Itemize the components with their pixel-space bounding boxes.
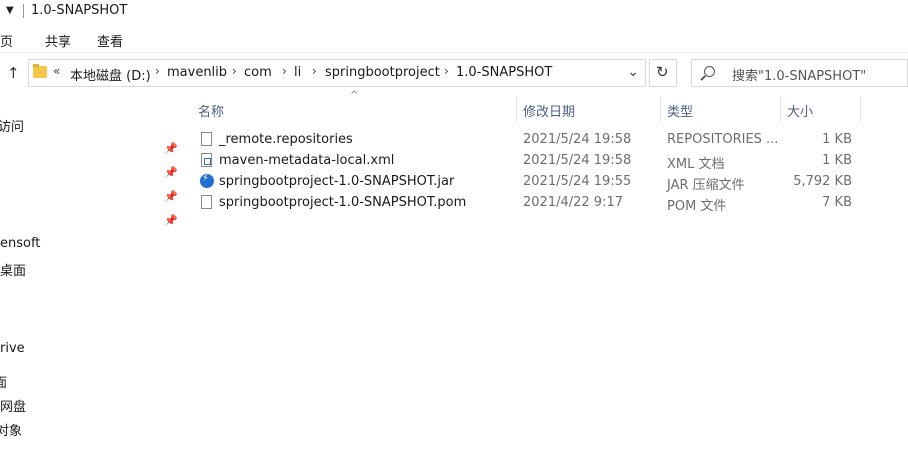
xml-file-icon <box>201 153 212 167</box>
nav-item-objects[interactable]: 对象 <box>0 420 22 439</box>
refresh-button[interactable]: ↻ <box>649 59 677 87</box>
title-bar: ▼ 1.0-SNAPSHOT <box>0 0 908 24</box>
column-divider[interactable] <box>860 96 861 122</box>
column-type[interactable]: 类型 <box>667 101 693 120</box>
file-modified: 2021/5/24 19:58 <box>523 153 632 168</box>
breadcrumb-chevron-icon[interactable]: › <box>444 64 449 78</box>
column-name[interactable]: 名称 <box>198 101 224 120</box>
pin-icon[interactable]: 📌 <box>164 142 178 155</box>
pin-icon[interactable]: 📌 <box>164 214 178 227</box>
column-size[interactable]: 大小 <box>787 101 813 120</box>
breadcrumb-chevron-icon[interactable]: › <box>232 64 237 78</box>
sort-ascending-icon: ^ <box>350 90 359 101</box>
file-type: JAR 压缩文件 <box>667 178 745 193</box>
file-name: springbootproject-1.0-SNAPSHOT.pom <box>219 195 467 210</box>
file-modified: 2021/4/22 9:17 <box>523 195 623 210</box>
pin-icon[interactable]: 📌 <box>164 190 178 203</box>
file-icon <box>201 132 212 146</box>
pin-icon[interactable]: 📌 <box>164 166 178 179</box>
tab-view[interactable]: 查看 <box>97 31 123 50</box>
nav-item-ensoft[interactable]: ensoft <box>0 236 40 251</box>
tab-share[interactable]: 共享 <box>45 31 71 50</box>
folder-icon <box>33 64 47 78</box>
breadcrumb-com[interactable]: com <box>244 65 272 80</box>
column-modified[interactable]: 修改日期 <box>523 101 575 120</box>
file-row[interactable]: maven-metadata-local.xml 2021/5/24 19:58… <box>195 150 860 172</box>
quick-access-dropdown-icon[interactable]: ▼ <box>6 5 14 16</box>
breadcrumb-mavenlib[interactable]: mavenlib <box>167 65 227 80</box>
file-modified: 2021/5/24 19:55 <box>523 174 632 189</box>
file-name: maven-metadata-local.xml <box>219 153 395 168</box>
file-size: 7 KB <box>822 195 852 210</box>
overflow-chevrons[interactable]: « <box>53 64 60 78</box>
file-row[interactable]: _remote.repositories 2021/5/24 19:58 REP… <box>195 129 860 150</box>
address-bar[interactable]: « 本地磁盘 (D:) › mavenlib › com › li › spri… <box>28 59 646 87</box>
window-title: 1.0-SNAPSHOT <box>31 3 128 18</box>
file-type: REPOSITORIES ... <box>667 132 779 147</box>
chevron-down-icon[interactable]: ⌄ <box>627 64 639 80</box>
file-type: POM 文件 <box>667 199 727 214</box>
nav-item-desktop[interactable]: 桌面 <box>0 260 26 279</box>
column-divider[interactable] <box>660 96 661 122</box>
jar-file-icon <box>200 173 214 188</box>
breadcrumb-springbootproject[interactable]: springbootproject <box>325 65 440 80</box>
search-icon <box>704 66 715 77</box>
breadcrumb-chevron-icon[interactable]: › <box>282 64 287 78</box>
breadcrumb-chevron-icon[interactable]: › <box>155 64 160 78</box>
nav-item-this-pc[interactable]: 面 <box>0 372 7 391</box>
breadcrumb-drive[interactable]: 本地磁盘 (D:) <box>70 65 151 84</box>
breadcrumb-li[interactable]: li <box>294 65 301 80</box>
nav-item-quick-access[interactable]: 访问 <box>0 116 24 135</box>
file-size: 1 KB <box>822 132 852 147</box>
search-input[interactable]: 搜索"1.0-SNAPSHOT" <box>732 65 866 84</box>
file-name: springbootproject-1.0-SNAPSHOT.jar <box>219 174 455 189</box>
ribbon-tabs: 主页 共享 查看 <box>0 24 908 52</box>
nav-item-onedrive[interactable]: rive <box>0 341 25 356</box>
ribbon-divider <box>0 52 908 53</box>
breadcrumb-current[interactable]: 1.0-SNAPSHOT <box>456 65 552 80</box>
column-divider[interactable] <box>516 96 517 122</box>
file-size: 1 KB <box>822 153 852 168</box>
column-divider[interactable] <box>780 96 781 122</box>
nav-item-netdisk[interactable]: 网盘 <box>0 396 26 415</box>
file-row[interactable]: springbootproject-1.0-SNAPSHOT.pom 2021/… <box>195 192 860 214</box>
refresh-icon: ↻ <box>656 63 669 81</box>
up-arrow-icon[interactable]: ↑ <box>7 64 20 82</box>
file-row[interactable]: springbootproject-1.0-SNAPSHOT.jar 2021/… <box>195 171 860 193</box>
file-modified: 2021/5/24 19:58 <box>523 132 632 147</box>
file-name: _remote.repositories <box>219 132 353 147</box>
breadcrumb-chevron-icon[interactable]: › <box>312 64 317 78</box>
search-box[interactable]: 搜索"1.0-SNAPSHOT" <box>691 59 908 87</box>
tab-home[interactable]: 主页 <box>0 31 13 50</box>
file-icon <box>201 195 212 209</box>
title-separator <box>23 4 24 18</box>
file-size: 5,792 KB <box>793 174 852 189</box>
file-type: XML 文档 <box>667 157 725 172</box>
